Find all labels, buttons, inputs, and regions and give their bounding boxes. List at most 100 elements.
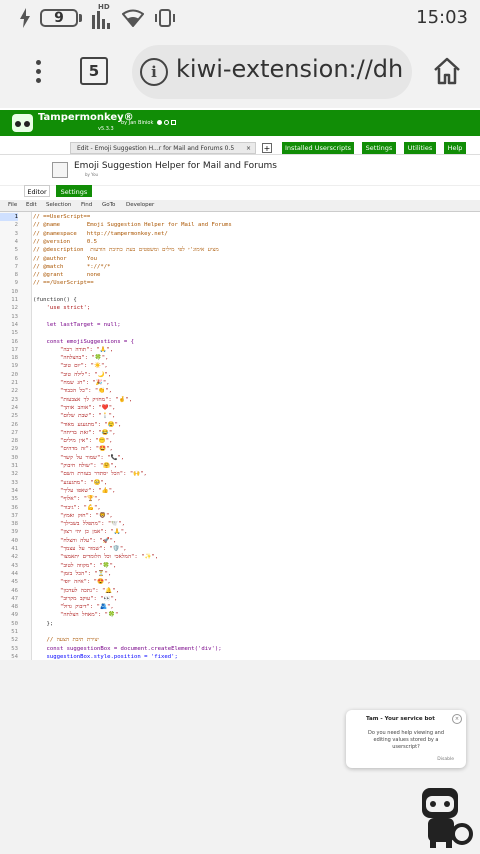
line-text[interactable]: // @grant none: [33, 271, 100, 279]
code-line[interactable]: 28 "אין מילים": "😶",: [0, 437, 480, 445]
code-line[interactable]: 43 "מקווה לטוב": "🍀",: [0, 562, 480, 570]
subtab-editor[interactable]: Editor: [24, 185, 50, 197]
line-text[interactable]: "זה מדהים": "🤩",: [33, 445, 113, 453]
disable-button[interactable]: Disable: [437, 757, 454, 762]
line-text[interactable]: "יום טוב": "☀️",: [33, 362, 108, 370]
line-text[interactable]: const emojiSuggestions = {: [33, 338, 134, 346]
code-line[interactable]: 1 // ==UserScript==: [0, 213, 480, 222]
code-editor[interactable]: 1 // ==UserScript== 2 // @name Emoji Sugges…: [0, 212, 480, 660]
line-text[interactable]: "שאפו עליך": "👍",: [33, 487, 116, 495]
menu-icon[interactable]: [32, 58, 44, 86]
line-text[interactable]: "בהצלחה": "🍀",: [33, 354, 109, 362]
code-line[interactable]: 37 "חזק ואמץ": "🦁",: [0, 512, 480, 520]
line-text[interactable]: "תודה רבה": "🙏",: [33, 346, 113, 354]
code-line[interactable]: 30 "שמור על קשר": "📞",: [0, 454, 480, 462]
line-text[interactable]: // ==/UserScript==: [33, 279, 94, 287]
code-line[interactable]: 24 "אוהב אותך": "❤️",: [0, 404, 480, 412]
line-text[interactable]: // ==UserScript==: [33, 213, 90, 221]
line-text[interactable]: "איזה יופי": "😍",: [33, 578, 111, 586]
close-tab-icon[interactable]: ×: [246, 143, 251, 155]
menu-goto[interactable]: GoTo: [102, 200, 115, 211]
code-line[interactable]: 29 "זה מדהים": "🤩",: [0, 445, 480, 453]
code-line[interactable]: 31 "שולח חיבוק": "🤗",: [0, 462, 480, 470]
code-line[interactable]: 32 "הכל יסתדר בעזרת השם": "🙌",: [0, 470, 480, 478]
github-icon[interactable]: [157, 120, 162, 125]
code-line[interactable]: 44 "הכל בזמן": "⏳",: [0, 570, 480, 578]
line-text[interactable]: "מתגעגע": "🥺",: [33, 479, 107, 487]
line-text[interactable]: "כל הכבוד": "👏",: [33, 387, 112, 395]
line-text[interactable]: 'use strict';: [33, 304, 90, 312]
code-line[interactable]: 20 "לילה טוב": "🌙",: [0, 371, 480, 379]
line-text[interactable]: "מחזיק לך אצבעות": "🤞",: [33, 396, 132, 404]
code-line[interactable]: 38 "מתפלל בשבילך": "🕊️",: [0, 520, 480, 528]
line-text[interactable]: "אוהב אותך": "❤️",: [33, 404, 116, 412]
line-text[interactable]: "עלה והצלח": "🚀",: [33, 537, 116, 545]
tab-edit-script[interactable]: Edit - Emoji Suggestion H...r for Mail a…: [70, 142, 256, 154]
line-text[interactable]: "גיבור": "💪",: [33, 504, 101, 512]
line-text[interactable]: // @name Emoji Suggestion Helper for Mai…: [33, 221, 232, 229]
tab-installed-userscripts[interactable]: Installed Userscripts: [282, 142, 354, 154]
code-line[interactable]: 49 "מאחל הצלחה": "🍀": [0, 611, 480, 619]
code-line[interactable]: 34 "שאפו עליך": "👍",: [0, 487, 480, 495]
close-icon[interactable]: ×: [452, 714, 462, 724]
code-line[interactable]: 17 "תודה רבה": "🙏",: [0, 346, 480, 354]
menu-file[interactable]: File: [8, 200, 17, 211]
line-text[interactable]: "זאת בדיחה": "😂",: [33, 429, 116, 437]
line-text[interactable]: "שולח חיבוק": "🤗",: [33, 462, 117, 470]
line-text[interactable]: // יצירת תיבת הצעה: [33, 636, 98, 644]
url-bar[interactable]: i kiwi-extension://dhc: [132, 45, 412, 99]
code-line[interactable]: 36 "גיבור": "💪",: [0, 504, 480, 512]
code-line[interactable]: 15: [0, 329, 480, 337]
menu-edit[interactable]: Edit: [26, 200, 37, 211]
code-line[interactable]: 10: [0, 288, 480, 296]
url-text[interactable]: kiwi-extension://dhc: [176, 55, 404, 83]
code-line[interactable]: 12 'use strict';: [0, 304, 480, 312]
code-line[interactable]: 7 // @match *://*/*: [0, 263, 480, 271]
code-line[interactable]: 35 "אלוף": "🏆",: [0, 495, 480, 503]
line-text[interactable]: "אלוף": "🏆",: [33, 495, 101, 503]
code-line[interactable]: 11 (function() {: [0, 296, 480, 304]
line-text[interactable]: "מתגעגע מאוד": "😢",: [33, 421, 121, 429]
code-line[interactable]: 41 "שמור על עצמך": "🛡️",: [0, 545, 480, 553]
line-text[interactable]: "חזק ואמץ": "🦁",: [33, 512, 113, 520]
code-line[interactable]: 52 // יצירת תיבת הצעה: [0, 636, 480, 644]
code-line[interactable]: 47 "עוקב מקרוב": "👀",: [0, 595, 480, 603]
code-line[interactable]: 5 // @description מציע אימוג'י לפי מילים …: [0, 246, 480, 254]
code-line[interactable]: 50 };: [0, 620, 480, 628]
line-text[interactable]: "שמור על עצמך": "🛡️",: [33, 545, 127, 553]
line-text[interactable]: (function() {: [33, 296, 77, 304]
tab-switcher-button[interactable]: 5: [80, 57, 108, 85]
line-text[interactable]: "נתכה לעדכון": "🔔",: [33, 587, 119, 595]
line-text[interactable]: "מקווה לטוב": "🍀",: [33, 562, 116, 570]
instagram-icon[interactable]: [171, 120, 176, 125]
code-line[interactable]: 54 suggestionBox.style.position = 'fixed…: [0, 653, 480, 660]
line-text[interactable]: "המלאכי וכל הלומדים יתאמצו": "✨",: [33, 553, 158, 561]
line-text[interactable]: "דיבוק גדול": "🫂",: [33, 603, 114, 611]
code-line[interactable]: 39 "אמן כן יהי רצון": "🙏",: [0, 528, 480, 536]
code-line[interactable]: 13: [0, 313, 480, 321]
code-line[interactable]: 3 // @namespace http://tampermonkey.net/: [0, 230, 480, 238]
code-line[interactable]: 22 "כל הכבוד": "👏",: [0, 387, 480, 395]
monkey-bot-icon[interactable]: [418, 786, 474, 850]
code-line[interactable]: 27 "זאת בדיחה": "😂",: [0, 429, 480, 437]
line-text[interactable]: // @version 0.5: [33, 238, 97, 246]
home-icon[interactable]: [432, 56, 462, 86]
code-line[interactable]: 42 "המלאכי וכל הלומדים יתאמצו": "✨",: [0, 553, 480, 561]
line-text[interactable]: "מאחל הצלחה": "🍀": [33, 611, 118, 619]
line-text[interactable]: // @namespace http://tampermonkey.net/: [33, 230, 168, 238]
site-info-icon[interactable]: i: [140, 58, 168, 86]
code-line[interactable]: 23 "מחזיק לך אצבעות": "🤞",: [0, 396, 480, 404]
tab-utilities[interactable]: Utilities: [404, 142, 436, 154]
code-line[interactable]: 51: [0, 628, 480, 636]
line-text[interactable]: "מתפלל בשבילך": "🕊️",: [33, 520, 125, 528]
menu-developer[interactable]: Developer: [126, 200, 154, 211]
line-text[interactable]: "שמור על קשר": "📞",: [33, 454, 124, 462]
line-text[interactable]: const suggestionBox = document.createEle…: [33, 645, 221, 653]
code-line[interactable]: 53 const suggestionBox = document.create…: [0, 645, 480, 653]
line-text[interactable]: // @match *://*/*: [33, 263, 110, 271]
line-text[interactable]: // @author You: [33, 255, 97, 263]
code-line[interactable]: 4 // @version 0.5: [0, 238, 480, 246]
menu-find[interactable]: Find: [81, 200, 92, 211]
line-text[interactable]: let lastTarget = null;: [33, 321, 120, 329]
code-line[interactable]: 18 "בהצלחה": "🍀",: [0, 354, 480, 362]
